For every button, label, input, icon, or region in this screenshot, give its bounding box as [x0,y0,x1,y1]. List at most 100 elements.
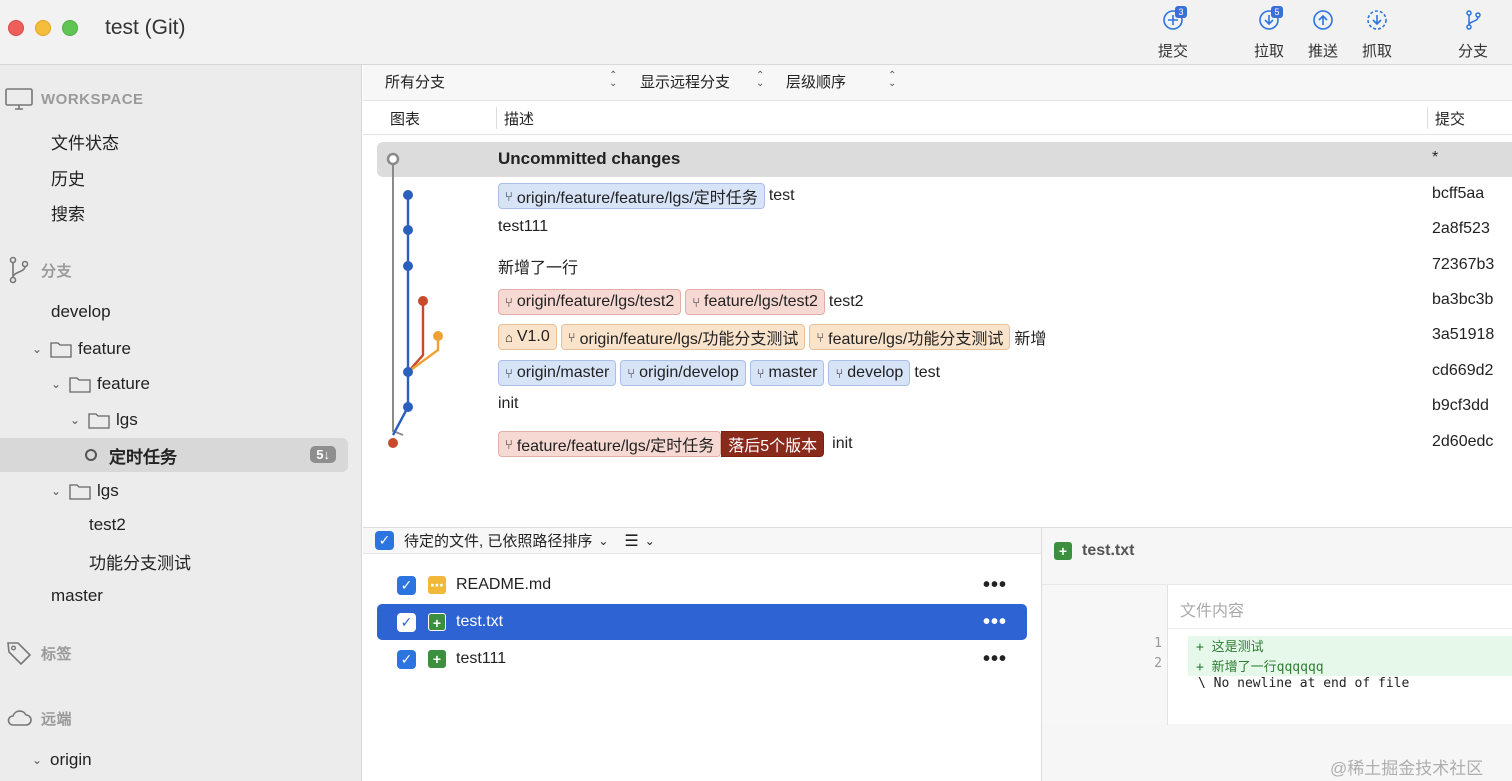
staging-sort-select[interactable]: 待定的文件, 已依照路径排序 [404,530,592,551]
branch-tag: ⑂ origin/master [498,360,617,386]
file-list: ✓ ⋯ README.md ••• ✓ + test.txt ••• ✓ + t… [363,554,1041,781]
graph-column-header[interactable]: 图表 [390,108,420,129]
description-column-header[interactable]: 描述 [504,108,534,129]
commit-row[interactable]: ⌂ V1.0 ⑂ origin/feature/lgs/功能分支测试 ⑂ featur… [363,318,1512,353]
chevron-down-icon[interactable]: ⌄ [49,377,63,391]
main-panel: 所有分支 ⌃ ⌄ 显示远程分支 ⌃ ⌄ 层级顺序 ⌃ ⌄ 图表 描述 提交 Un… [363,65,1512,781]
commit-row[interactable]: 新增了一行 72367b3 [363,248,1512,283]
select-all-checkbox[interactable]: ✓ [375,531,394,550]
remote-filter-select[interactable]: 显示远程分支 [640,71,730,92]
behind-badge: 落后5个版本 [721,431,825,457]
column-header: 图表 描述 提交 [363,101,1512,135]
sidebar-item-label: master [51,586,103,605]
chevron-down-icon[interactable]: ⌄ [30,342,44,356]
sidebar-item-origin[interactable]: ⌄ origin [0,743,348,777]
tags-title: 标签 [41,645,73,663]
diff-hunk-header: 文件内容 [1180,603,1245,620]
sidebar-item-history[interactable]: 历史 [0,160,348,194]
diff-line: 2 + 新增了一行qqqqqq [1042,656,1512,676]
sidebar: WORKSPACE 文件状态 历史 搜索 分支 develop ⌄ featur… [0,65,362,781]
pull-icon: 5 [1257,6,1283,34]
commit-row[interactable]: ⑂ origin/feature/feature/lgs/定时任务 test bc… [363,177,1512,212]
branch-filter-select[interactable]: 所有分支 [385,71,445,92]
branch-icon: ⑂ [627,365,636,381]
commit-row[interactable]: init b9cf3dd [363,389,1512,424]
behind-count-badge: 5↓ [310,446,336,463]
chevron-down-icon[interactable]: ⌄ [68,413,82,427]
more-options-icon[interactable]: ••• [983,648,1007,671]
chevron-down-icon[interactable]: ⌄ [30,753,44,767]
added-icon: + [428,650,446,668]
zoom-window-button[interactable] [62,20,78,36]
list-view-icon[interactable]: ☰ [624,531,638,551]
more-options-icon[interactable]: ••• [983,611,1007,634]
diff-line: 1 + 这是测试 [1042,636,1512,656]
file-row[interactable]: ✓ + test111 ••• [377,641,1027,677]
branch-tag: ⑂ feature/feature/lgs/定时任务 [498,431,722,457]
close-window-button[interactable] [8,20,24,36]
added-icon: + [428,613,446,631]
sidebar-folder-lgs[interactable]: ⌄ lgs [0,403,348,437]
branch-icon: ⑂ [756,365,765,381]
commit-row[interactable]: ⑂ feature/feature/lgs/定时任务 落后5个版本 init 2d… [363,425,1512,460]
pull-button[interactable]: 5 拉取 [1241,6,1297,61]
fetch-button[interactable]: 抓取 [1349,8,1405,61]
branch-button[interactable]: 分支 [1445,8,1501,61]
file-row[interactable]: ✓ ⋯ README.md ••• [377,567,1027,603]
sidebar-item-master[interactable]: master [0,579,348,613]
order-select[interactable]: 层级顺序 [786,71,846,92]
modified-icon: ⋯ [428,576,446,594]
commit-list: Uncommitted changes * ⑂ origin/feature/fe… [363,135,1512,527]
branch-icon: ⑂ [835,365,844,381]
sidebar-item-develop[interactable]: develop [0,295,348,329]
commit-message: 新增了一行 [498,260,579,277]
sidebar-item-search[interactable]: 搜索 [0,195,348,229]
watermark: @稀土掘金技术社区 [1330,759,1484,778]
pull-count-badge: 5 [1271,6,1283,18]
file-checkbox[interactable]: ✓ [397,612,416,632]
branches-section: 分支 [0,256,72,284]
file-row[interactable]: ✓ + test.txt ••• [377,604,1027,640]
push-label: 推送 [1307,43,1338,60]
commit-hash: b9cf3dd [1432,397,1489,414]
chevron-down-icon[interactable]: ⌄ [598,534,608,548]
commit-hash: ba3bc3b [1432,291,1494,308]
commit-hash: bcff5aa [1432,185,1485,202]
sidebar-item-timer-branch[interactable]: 定时任务 5↓ [0,438,348,472]
folder-icon [69,376,91,393]
updown-chevron-icon: ⌃ ⌄ [756,70,765,89]
sidebar-folder-feature-nested[interactable]: ⌄ feature [0,367,348,401]
commit-icon: 3 [1161,6,1187,34]
current-branch-icon [85,449,97,461]
workspace-section: WORKSPACE [0,87,144,111]
sidebar-folder-feature[interactable]: ⌄ feature [0,332,348,366]
monitor-icon [5,85,33,113]
chevron-down-icon[interactable]: ⌄ [645,534,655,548]
chevron-down-icon[interactable]: ⌄ [49,484,63,498]
commit-row[interactable]: ⑂ origin/feature/lgs/test2 ⑂ feature/lgs/t… [363,283,1512,318]
branch-icon: ⑂ [505,294,513,310]
commit-button[interactable]: 3 提交 [1145,6,1201,61]
sidebar-item-file-status[interactable]: 文件状态 [0,124,348,158]
branch-icon [1461,8,1485,34]
staging-header: ✓ 待定的文件, 已依照路径排序 ⌄ ☰ ⌄ [363,528,1041,554]
file-checkbox[interactable]: ✓ [397,649,416,669]
commit-column-header[interactable]: 提交 [1435,108,1465,129]
cloud-icon [5,704,33,732]
more-options-icon[interactable]: ••• [983,574,1007,597]
commit-row[interactable]: test111 2a8f523 [363,212,1512,247]
commit-message: test [768,187,795,204]
branch-tag: ⑂ origin/feature/lgs/test2 [498,289,682,315]
tag-icon: ⌂ [505,329,513,345]
sidebar-folder-lgs-2[interactable]: ⌄ lgs [0,474,348,508]
sidebar-item-func-branch[interactable]: 功能分支测试 [0,544,348,578]
minimize-window-button[interactable] [35,20,51,36]
sidebar-item-test2[interactable]: test2 [0,508,348,542]
push-button[interactable]: 推送 [1295,8,1351,61]
commit-row[interactable]: ⑂ origin/master ⑂ origin/develop ⑂ master ⑂… [363,354,1512,389]
file-name: test111 [456,650,507,667]
sidebar-item-label: origin [50,750,92,769]
commit-label: 提交 [1157,43,1188,60]
file-checkbox[interactable]: ✓ [397,575,416,595]
sidebar-item-label: test2 [89,515,126,534]
